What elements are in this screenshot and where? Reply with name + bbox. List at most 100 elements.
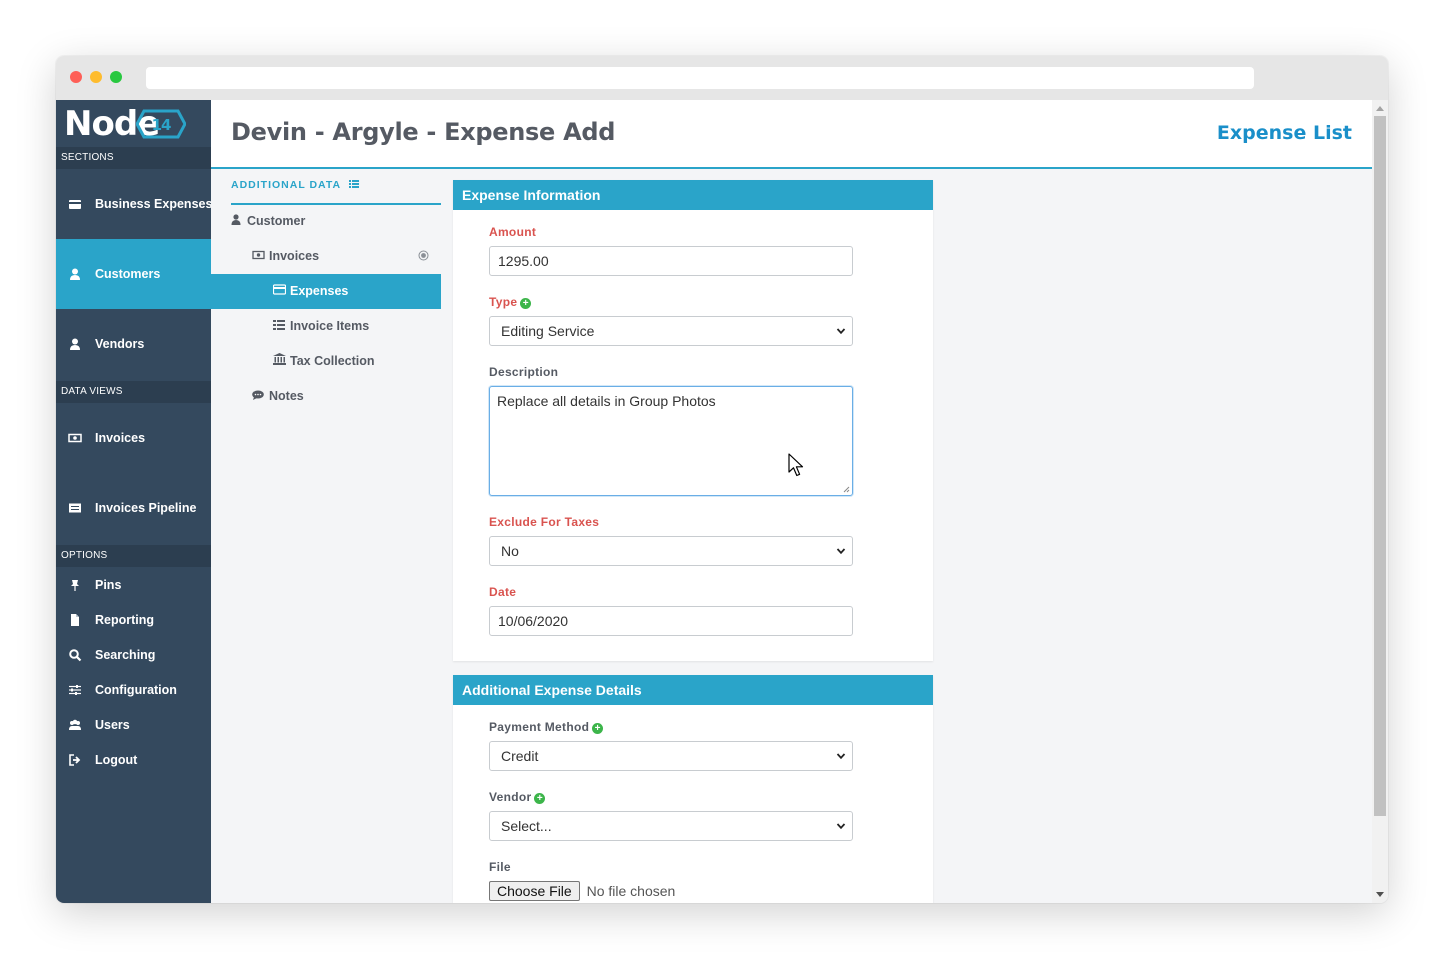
target-icon[interactable] [418,239,429,274]
subnav-item-expenses[interactable]: Expenses [211,274,441,309]
money-icon [251,240,265,275]
payment-method-value: Credit [501,748,539,764]
subnav-item-notes[interactable]: Notes [251,379,441,414]
maximize-window-button[interactable] [110,71,122,83]
choose-file-button[interactable]: Choose File [489,881,580,901]
payment-method-label: Payment Method + [489,720,604,734]
add-type-icon[interactable]: + [520,298,532,309]
add-vendor-icon[interactable]: + [534,793,546,804]
description-label: Description [489,365,559,379]
date-input[interactable]: 10/06/2020 [489,606,853,636]
sidebar-item-logout[interactable]: Logout [56,742,211,777]
type-select[interactable]: Editing Service [489,316,853,346]
file-icon [68,613,82,627]
subnav-item-invoices[interactable]: Invoices [251,239,441,274]
amount-value: 1295.00 [498,253,549,269]
subnav-item-customer[interactable]: Customer [229,204,441,239]
sidebar-item-label: Business Expenses [95,197,213,211]
expense-list-link[interactable]: Expense List [1217,122,1352,144]
chevron-down-icon [836,328,846,335]
payment-method-select[interactable]: Credit [489,741,853,771]
add-payment-method-icon[interactable]: + [592,723,604,734]
additional-data-heading-text: ADDITIONAL DATA [231,179,341,191]
address-bar[interactable] [146,67,1254,89]
description-textarea[interactable]: Replace all details in Group Photos [489,386,853,496]
sidebar-item-searching[interactable]: Searching [56,637,211,672]
panel-heading: Expense Information [453,180,933,210]
sidebar-item-label: Logout [95,753,138,767]
sidebar-item-label: Searching [95,648,156,662]
sidebar-item-label: Pins [95,578,122,592]
sidebar-item-business-expenses[interactable]: Business Expenses [56,169,213,239]
subnav-item-label: Invoice Items [290,319,370,333]
scroll-down-arrow-icon[interactable] [1376,892,1384,897]
description-value: Replace all details in Group Photos [497,393,716,409]
close-window-button[interactable] [70,71,82,83]
sidebar-item-invoices-pipeline[interactable]: Invoices Pipeline [56,473,211,543]
page-title: Devin - Argyle - Expense Add [231,118,616,146]
sidebar-item-users[interactable]: Users [56,707,211,742]
user-icon [68,337,82,351]
sidebar-item-label: Reporting [95,613,155,627]
sidebar-item-label: Configuration [95,683,177,697]
resize-handle-icon[interactable] [842,485,850,493]
expense-information-panel: Expense Information Amount 1295.00 Type +… [453,180,933,661]
credit-card-icon [272,275,286,310]
page-scrollbar[interactable] [1372,100,1388,903]
comment-icon [251,380,265,415]
subnav-item-invoice-items[interactable]: Invoice Items [272,309,441,344]
sections-heading: SECTIONS [56,147,211,169]
file-status: No file chosen [586,883,676,899]
pin-icon [68,578,82,592]
sidebar-item-label: Invoices Pipeline [95,501,197,515]
sidebar-item-customers[interactable]: Customers [56,239,211,309]
exclude-for-taxes-label: Exclude For Taxes [489,515,600,529]
user-icon [68,267,82,281]
chevron-down-icon [836,823,846,830]
amount-input[interactable]: 1295.00 [489,246,853,276]
date-label: Date [489,585,517,599]
sign-out-icon [68,753,82,767]
exclude-for-taxes-value: No [501,543,519,559]
app-logo[interactable]: Node 14 [64,104,186,144]
vendor-label-text: Vendor [489,790,532,804]
sidebar-item-reporting[interactable]: Reporting [56,602,211,637]
sidebar-item-label: Users [95,718,130,732]
search-icon [68,648,82,662]
chevron-down-icon [836,548,846,555]
user-icon [229,205,243,240]
sidebar-item-label: Invoices [95,431,146,445]
logo-hex-icon: 14 [136,109,186,139]
credit-card-icon [68,197,82,211]
options-heading: OPTIONS [56,545,211,567]
payment-method-label-text: Payment Method [489,720,590,734]
vendor-label: Vendor + [489,790,546,804]
minimize-window-button[interactable] [90,71,102,83]
type-label-text: Type [489,295,518,309]
sidebar-item-vendors[interactable]: Vendors [56,309,211,379]
file-input: Choose File No file chosen [489,881,675,901]
date-value: 10/06/2020 [498,613,569,629]
type-label: Type + [489,295,532,309]
exclude-for-taxes-select[interactable]: No [489,536,853,566]
page-header: Devin - Argyle - Expense Add Expense Lis… [211,100,1372,169]
list-alt-icon [68,501,82,515]
subnav-item-label: Tax Collection [290,354,375,368]
scroll-thumb[interactable] [1374,116,1386,816]
browser-titlebar [56,56,1388,100]
sidebar-item-pins[interactable]: Pins [56,567,211,602]
additional-data-heading: ADDITIONAL DATA [231,179,441,205]
subnav-item-label: Expenses [290,284,349,298]
amount-label: Amount [489,225,537,239]
vendor-select[interactable]: Select... [489,811,853,841]
scroll-up-arrow-icon[interactable] [1376,106,1384,111]
sidebar-item-invoices[interactable]: Invoices [56,403,211,473]
subnav-item-tax-collection[interactable]: Tax Collection [272,344,441,379]
file-label: File [489,860,511,874]
subnav-item-label: Notes [269,389,304,403]
type-value: Editing Service [501,323,595,339]
sidebar-item-label: Customers [95,267,161,281]
sidebar-item-configuration[interactable]: Configuration [56,672,211,707]
mouse-cursor-icon [788,453,804,477]
logo-badge: 14 [152,116,171,134]
